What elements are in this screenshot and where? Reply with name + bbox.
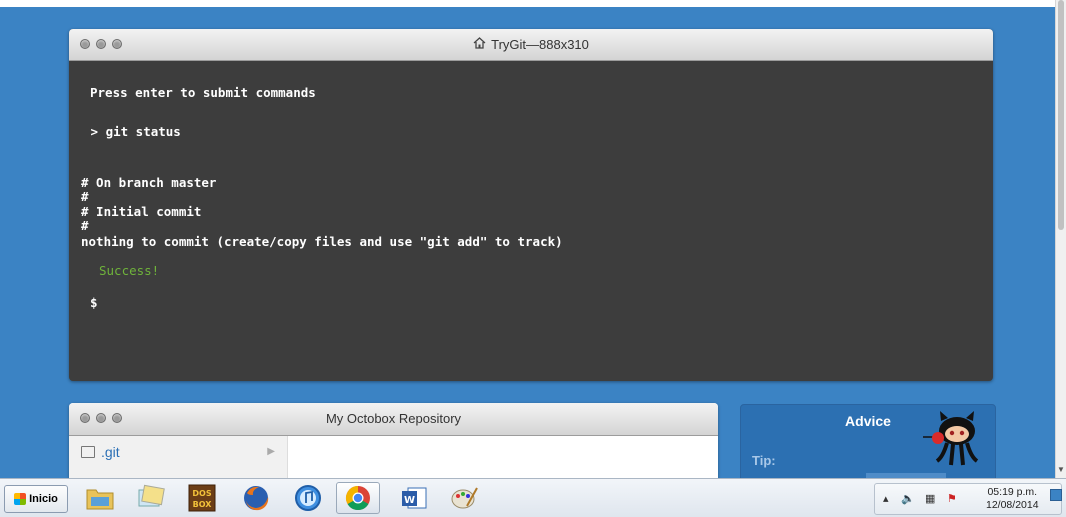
terminal-output-line: nothing to commit (create/copy files and… xyxy=(81,234,563,249)
firefox-icon xyxy=(244,486,269,511)
advice-tip-label: Tip: xyxy=(752,453,776,468)
scrollbar-thumb[interactable] xyxy=(1058,0,1064,230)
terminal-output-line: # On branch master xyxy=(81,175,217,190)
repository-window: My Octobox Repository .git ▶ xyxy=(69,403,718,483)
taskbar-paint[interactable] xyxy=(442,482,486,514)
terminal-prompt-cursor[interactable]: $ xyxy=(90,295,98,310)
svg-text:W: W xyxy=(404,495,415,506)
action-center-icon[interactable]: ⚑ xyxy=(947,492,957,505)
terminal-window: TryGit—888x310 Press enter to submit com… xyxy=(69,29,993,381)
taskbar-firefox[interactable] xyxy=(234,482,278,514)
volume-icon[interactable]: 🔈 xyxy=(901,492,915,505)
svg-text:DOS: DOS xyxy=(192,489,211,498)
taskbar-file-explorer[interactable] xyxy=(78,482,122,514)
taskbar-itunes[interactable] xyxy=(286,482,330,514)
photos-icon xyxy=(138,484,165,507)
chrome-icon xyxy=(345,486,370,511)
home-icon xyxy=(473,37,486,52)
folder-icon xyxy=(81,446,95,458)
word-icon: W xyxy=(402,487,427,509)
clock-time: 05:19 p.m. xyxy=(987,486,1038,498)
terminal-title: TryGit—888x310 xyxy=(69,37,993,52)
repository-sidebar: .git ▶ xyxy=(69,436,288,483)
chevron-right-icon[interactable]: ▶ xyxy=(267,446,275,457)
clock[interactable]: 05:19 p.m. 12/08/2014 xyxy=(986,486,1039,512)
taskbar-chrome[interactable] xyxy=(336,482,380,514)
show-desktop-button[interactable] xyxy=(1050,489,1062,501)
taskbar-photos[interactable] xyxy=(128,482,172,514)
terminal-command-line: > git status xyxy=(83,124,181,139)
scroll-down-icon[interactable]: ▼ xyxy=(1057,465,1065,474)
terminal-output-line: # Initial commit xyxy=(81,204,202,219)
terminal-success-message: Success! xyxy=(99,263,160,278)
page-top-strip xyxy=(0,0,1056,7)
taskbar-dosbox[interactable]: DOS BOX xyxy=(180,482,224,514)
repository-titlebar: My Octobox Repository xyxy=(69,403,718,436)
repository-item-label: .git xyxy=(101,444,120,460)
svg-text:BOX: BOX xyxy=(193,500,213,509)
terminal-output-line: # xyxy=(81,189,89,204)
dosbox-icon: DOS BOX xyxy=(188,484,216,512)
system-tray: ▴ 🔈 ▦ ⚑ 05:19 p.m. 12/08/2014 xyxy=(874,483,1062,515)
show-hidden-icons-icon[interactable]: ▴ xyxy=(883,492,889,505)
file-explorer-icon xyxy=(86,489,114,510)
paint-icon xyxy=(451,487,478,509)
network-icon[interactable]: ▦ xyxy=(925,492,935,505)
repository-item-git[interactable]: .git xyxy=(81,444,120,460)
taskbar: Inicio DOS BOX W ▴ 🔈 ▦ ⚑ 05:19 p.m. 12/08… xyxy=(0,478,1066,517)
itunes-icon xyxy=(295,485,321,511)
terminal-hint-line: Press enter to submit commands xyxy=(90,85,316,100)
taskbar-word[interactable]: W xyxy=(392,482,436,514)
terminal-title-text: TryGit—888x310 xyxy=(491,37,589,52)
clock-date: 12/08/2014 xyxy=(986,499,1039,511)
start-button[interactable]: Inicio xyxy=(4,485,68,513)
advice-panel: Advice Tip: xyxy=(740,404,996,486)
octocat-icon xyxy=(923,411,979,466)
vertical-scrollbar[interactable]: ▼ xyxy=(1055,0,1066,478)
repository-title: My Octobox Repository xyxy=(325,411,462,426)
terminal-output-line: # xyxy=(81,218,89,233)
terminal-titlebar: TryGit—888x310 xyxy=(69,29,993,61)
start-label: Inicio xyxy=(29,493,58,505)
windows-logo-icon xyxy=(14,493,27,505)
